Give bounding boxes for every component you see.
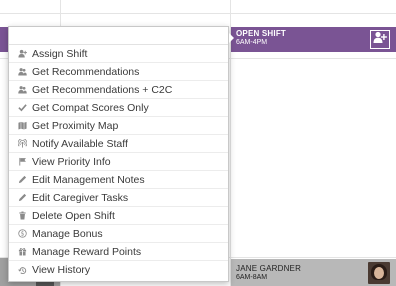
flag-icon xyxy=(17,157,27,167)
menu-item-view-priority-info[interactable]: View Priority Info xyxy=(9,153,228,171)
add-person-icon xyxy=(373,31,387,49)
shift-title: OPEN SHIFT xyxy=(236,29,287,38)
shift-time: 6AM-8AM xyxy=(236,274,268,281)
history-icon xyxy=(17,265,27,275)
menu-item-edit-caregiver-tasks[interactable]: Edit Caregiver Tasks xyxy=(9,189,228,207)
add-person-button[interactable] xyxy=(370,30,390,49)
recommend-users-icon xyxy=(17,67,27,77)
menu-item-get-compat-scores[interactable]: Get Compat Scores Only xyxy=(9,99,228,117)
caregiver-photo xyxy=(368,262,390,284)
menu-item-get-recommendations-c2c[interactable]: Get Recommendations + C2C xyxy=(9,81,228,99)
shift-card-edge[interactable] xyxy=(0,27,8,52)
open-shift-card[interactable]: OPEN SHIFT 6AM-4PM xyxy=(231,27,396,52)
grid-line xyxy=(0,13,396,14)
dollar-icon: $ xyxy=(17,229,27,239)
menu-item-label: Edit Management Notes xyxy=(32,173,145,186)
assign-person-icon xyxy=(17,49,27,59)
broadcast-icon xyxy=(17,139,27,149)
menu-item-label: Assign Shift xyxy=(32,47,88,60)
menu-item-label: View History xyxy=(32,264,91,276)
gift-icon xyxy=(17,247,27,257)
trash-icon xyxy=(17,211,27,221)
check-icon xyxy=(17,103,27,113)
menu-item-assign-shift[interactable]: Assign Shift xyxy=(9,45,228,63)
menu-item-label: Get Recommendations + C2C xyxy=(32,83,173,96)
menu-item-get-recommendations[interactable]: Get Recommendations xyxy=(9,63,228,81)
pencil-icon xyxy=(17,175,27,185)
shift-time: 6AM-4PM xyxy=(236,39,268,46)
menu-item-label: Edit Caregiver Tasks xyxy=(32,191,129,204)
menu-item-delete-open-shift[interactable]: Delete Open Shift xyxy=(9,207,228,225)
menu-item-notify-available-staff[interactable]: Notify Available Staff xyxy=(9,135,228,153)
recommend-users-icon xyxy=(17,85,27,95)
map-icon xyxy=(17,121,27,131)
menu-item-view-history[interactable]: View History xyxy=(9,261,228,279)
menu-item-label: Get Proximity Map xyxy=(32,119,119,132)
menu-item-label: Manage Bonus xyxy=(32,227,103,240)
menu-pointer xyxy=(229,33,234,43)
shift-context-menu: Assign Shift Get Recommendations Get Rec… xyxy=(8,26,229,282)
menu-item-label: Manage Reward Points xyxy=(32,245,142,258)
menu-item-manage-reward-points[interactable]: Manage Reward Points xyxy=(9,243,228,261)
menu-item-label: Get Compat Scores Only xyxy=(32,101,149,114)
svg-text:$: $ xyxy=(20,232,24,238)
menu-item-manage-bonus[interactable]: $ Manage Bonus xyxy=(9,225,228,243)
menu-item-label: Delete Open Shift xyxy=(32,209,115,222)
menu-item-label: View Priority Info xyxy=(32,155,111,168)
pencil-icon xyxy=(17,193,27,203)
caregiver-name: JANE GARDNER xyxy=(236,264,302,273)
menu-item-edit-management-notes[interactable]: Edit Management Notes xyxy=(9,171,228,189)
menu-header xyxy=(9,27,228,45)
assigned-shift-card[interactable]: JANE GARDNER 6AM-8AM xyxy=(231,259,396,286)
menu-item-get-proximity-map[interactable]: Get Proximity Map xyxy=(9,117,228,135)
menu-item-label: Notify Available Staff xyxy=(32,137,128,150)
menu-item-label: Get Recommendations xyxy=(32,65,140,78)
